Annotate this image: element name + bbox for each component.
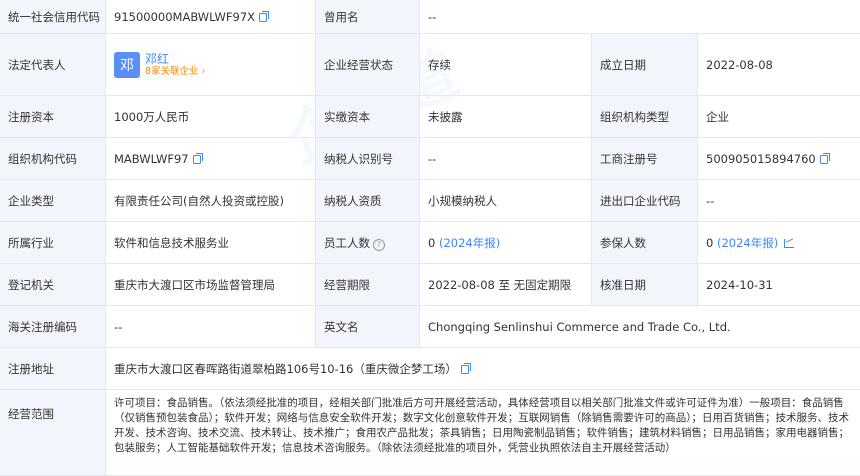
taxpayer-qual-label: 纳税人资质 <box>316 180 420 222</box>
employees-report-link[interactable]: (2024年报) <box>439 236 500 250</box>
table-row: 所属行业 软件和信息技术服务业 员工人数? 0 (2024年报) 参保人数 0 … <box>0 222 860 264</box>
credit-code-label: 统一社会信用代码 <box>0 0 106 34</box>
org-code-value: MABWLWF97 <box>114 152 189 166</box>
legal-rep-cell: 邓 邓红 8家关联企业 › <box>106 34 316 96</box>
copy-icon[interactable] <box>259 13 267 22</box>
biz-reg-no-label: 工商注册号 <box>592 138 698 180</box>
legal-rep-name-link[interactable]: 邓红 <box>145 52 205 66</box>
org-type-label: 组织机构类型 <box>592 96 698 138</box>
scope-label: 经营范围 <box>0 390 106 476</box>
scope-value: 许可项目：食品销售。（依法须经批准的项目，经相关部门批准后方可开展经营活动，具体… <box>106 390 860 476</box>
table-row: 经营范围 许可项目：食品销售。（依法须经批准的项目，经相关部门批准后方可开展经营… <box>0 390 860 476</box>
import-export-value: -- <box>698 180 860 222</box>
insured-report-link[interactable]: (2024年报) <box>717 236 778 250</box>
table-row: 统一社会信用代码 91500000MABWLWF97X 曾用名 -- <box>0 0 860 34</box>
table-row: 组织机构代码 MABWLWF97 纳税人识别号 -- 工商注册号 5009050… <box>0 138 860 180</box>
founded-value: 2022-08-08 <box>698 34 860 96</box>
related-companies-text: 8家关联企业 <box>145 66 199 77</box>
insured-cell: 0 (2024年报) <box>698 222 860 264</box>
chevron-right-icon: › <box>199 66 206 77</box>
address-label: 注册地址 <box>0 348 106 390</box>
reg-authority-value: 重庆市大渡口区市场监督管理局 <box>106 264 316 306</box>
credit-code-value: 91500000MABWLWF97X <box>114 10 255 24</box>
biz-reg-no-cell: 500905015894760 <box>698 138 860 180</box>
help-icon[interactable]: ? <box>373 239 385 251</box>
org-code-label: 组织机构代码 <box>0 138 106 180</box>
taxpayer-id-value: -- <box>420 138 592 180</box>
paid-capital-label: 实缴资本 <box>316 96 420 138</box>
table-row: 法定代表人 邓 邓红 8家关联企业 › 企业经营状态 存续 成立日期 2022-… <box>0 34 860 96</box>
credit-code-cell: 91500000MABWLWF97X <box>106 0 316 34</box>
industry-value: 软件和信息技术服务业 <box>106 222 316 264</box>
table-row: 海关注册编码 -- 英文名 Chongqing Senlinshui Comme… <box>0 306 860 348</box>
approval-date-value: 2024-10-31 <box>698 264 860 306</box>
company-type-label: 企业类型 <box>0 180 106 222</box>
term-value: 2022-08-08 至 无固定期限 <box>420 264 592 306</box>
status-label: 企业经营状态 <box>316 34 420 96</box>
table-row: 注册地址 重庆市大渡口区春晖路街道翠柏路106号10-16（重庆微企梦工场） <box>0 348 860 390</box>
former-name-value: -- <box>420 0 860 34</box>
org-code-cell: MABWLWF97 <box>106 138 316 180</box>
taxpayer-id-label: 纳税人识别号 <box>316 138 420 180</box>
term-label: 经营期限 <box>316 264 420 306</box>
taxpayer-qual-value: 小规模纳税人 <box>420 180 592 222</box>
import-export-label: 进出口企业代码 <box>592 180 698 222</box>
status-value: 存续 <box>420 34 592 96</box>
employees-value: 0 <box>428 236 435 250</box>
insured-label: 参保人数 <box>592 222 698 264</box>
insured-value: 0 <box>706 236 713 250</box>
related-companies-link[interactable]: 8家关联企业 › <box>145 66 205 78</box>
reg-capital-label: 注册资本 <box>0 96 106 138</box>
legal-rep-label: 法定代表人 <box>0 34 106 96</box>
trend-chart-icon[interactable] <box>784 239 794 248</box>
employees-cell: 0 (2024年报) <box>420 222 592 264</box>
former-name-label: 曾用名 <box>316 0 420 34</box>
table-row: 登记机关 重庆市大渡口区市场监督管理局 经营期限 2022-08-08 至 无固… <box>0 264 860 306</box>
biz-reg-no-value: 500905015894760 <box>706 152 816 166</box>
founded-label: 成立日期 <box>592 34 698 96</box>
reg-authority-label: 登记机关 <box>0 264 106 306</box>
english-name-value: Chongqing Senlinshui Commerce and Trade … <box>420 306 860 348</box>
avatar[interactable]: 邓 <box>114 52 140 78</box>
paid-capital-value: 未披露 <box>420 96 592 138</box>
industry-label: 所属行业 <box>0 222 106 264</box>
copy-icon[interactable] <box>820 155 828 164</box>
customs-code-label: 海关注册编码 <box>0 306 106 348</box>
customs-code-value: -- <box>106 306 316 348</box>
reg-capital-value: 1000万人民币 <box>106 96 316 138</box>
copy-icon[interactable] <box>461 365 469 374</box>
org-type-value: 企业 <box>698 96 860 138</box>
employees-label: 员工人数 <box>324 236 370 250</box>
english-name-label: 英文名 <box>316 306 420 348</box>
employees-label-cell: 员工人数? <box>316 222 420 264</box>
table-row: 企业类型 有限责任公司(自然人投资或控股) 纳税人资质 小规模纳税人 进出口企业… <box>0 180 860 222</box>
address-value: 重庆市大渡口区春晖路街道翠柏路106号10-16（重庆微企梦工场） <box>114 362 457 376</box>
company-type-value: 有限责任公司(自然人投资或控股) <box>106 180 316 222</box>
address-cell: 重庆市大渡口区春晖路街道翠柏路106号10-16（重庆微企梦工场） <box>106 348 860 390</box>
copy-icon[interactable] <box>193 155 201 164</box>
company-info-table: 统一社会信用代码 91500000MABWLWF97X 曾用名 -- 法定代表人… <box>0 0 860 476</box>
approval-date-label: 核准日期 <box>592 264 698 306</box>
table-row: 注册资本 1000万人民币 实缴资本 未披露 组织机构类型 企业 <box>0 96 860 138</box>
